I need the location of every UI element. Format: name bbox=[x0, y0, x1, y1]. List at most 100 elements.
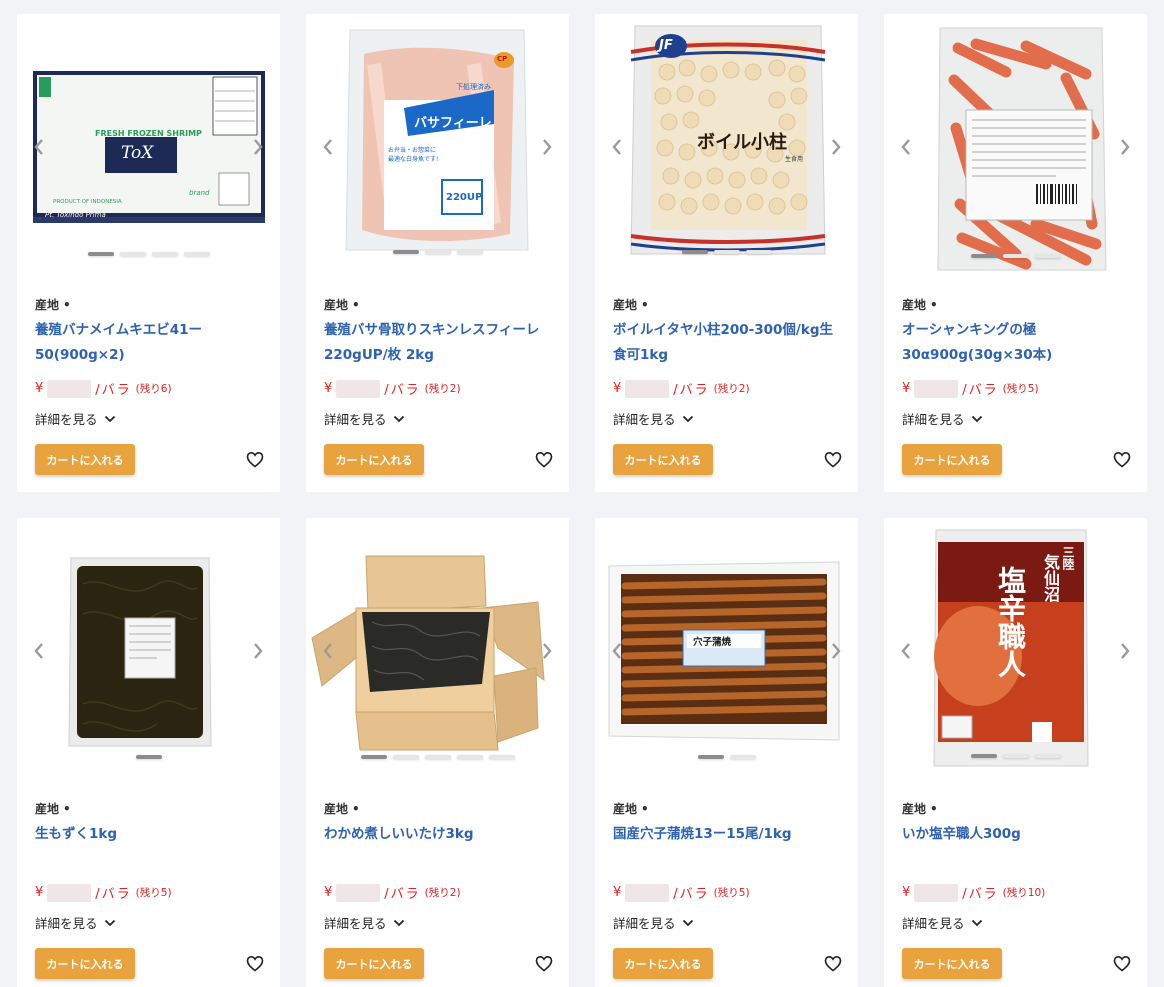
carousel-prev-arrow[interactable] bbox=[30, 639, 48, 663]
chevron-left-icon bbox=[34, 139, 43, 155]
carousel-dot[interactable] bbox=[456, 755, 483, 759]
carousel-next-arrow[interactable] bbox=[249, 135, 267, 159]
favorite-button[interactable] bbox=[824, 955, 842, 972]
details-toggle[interactable]: 詳細を見る bbox=[902, 913, 983, 932]
currency-symbol: ¥ bbox=[324, 885, 333, 900]
carousel-dot[interactable] bbox=[1034, 254, 1061, 258]
carousel-next-arrow[interactable] bbox=[827, 135, 845, 159]
carousel-prev-arrow[interactable] bbox=[897, 135, 915, 159]
details-toggle[interactable]: 詳細を見る bbox=[324, 409, 405, 428]
favorite-button[interactable] bbox=[1113, 955, 1131, 972]
details-toggle[interactable]: 詳細を見る bbox=[35, 913, 116, 932]
carousel-dot[interactable] bbox=[729, 755, 756, 759]
carousel-dot[interactable] bbox=[392, 755, 419, 759]
favorite-button[interactable] bbox=[246, 451, 264, 468]
product-image-carousel[interactable]: JF ボイル小柱 生食用 bbox=[595, 14, 858, 276]
add-to-cart-button[interactable]: カートに入れる bbox=[613, 444, 713, 475]
price-row: ¥ /バラ (残り5) bbox=[35, 883, 172, 902]
favorite-button[interactable] bbox=[1113, 451, 1131, 468]
product-image-carousel[interactable]: CP 下処理済み バサフィーレ お弁当・お惣菜に最適な白身魚です! 220UP bbox=[306, 14, 569, 276]
details-toggle[interactable]: 詳細を見る bbox=[324, 913, 405, 932]
favorite-button[interactable] bbox=[535, 451, 553, 468]
product-title-link[interactable]: 養殖バナメイムキエビ41ー50(900g×2) bbox=[35, 318, 267, 368]
favorite-button[interactable] bbox=[824, 451, 842, 468]
carousel-dot[interactable] bbox=[1002, 254, 1029, 258]
heart-outline-icon bbox=[535, 955, 553, 972]
carousel-dot[interactable] bbox=[360, 755, 387, 759]
product-image-carousel[interactable]: 穴子蒲焼 bbox=[595, 518, 858, 780]
carousel-prev-arrow[interactable] bbox=[608, 135, 626, 159]
carousel-dot[interactable] bbox=[119, 252, 146, 256]
product-title-link[interactable]: 国産穴子蒲焼13ー15尾/1kg bbox=[613, 822, 845, 847]
details-toggle[interactable]: 詳細を見る bbox=[613, 409, 694, 428]
price-row: ¥ /バラ (残り2) bbox=[613, 379, 750, 398]
package-text: 生食用 bbox=[785, 156, 804, 163]
price-unit: /バラ bbox=[962, 887, 999, 902]
product-image-carousel[interactable] bbox=[884, 14, 1147, 276]
package-text: Pt. Toxindo Prima bbox=[45, 211, 106, 219]
details-toggle[interactable]: 詳細を見る bbox=[35, 409, 116, 428]
product-title-link[interactable]: ボイルイタヤ小柱200-300個/kg生食可1kg bbox=[613, 318, 845, 368]
carousel-dots bbox=[595, 755, 858, 759]
package-text: FRESH FROZEN SHRIMP bbox=[95, 129, 202, 138]
price-row: ¥ /バラ (残り5) bbox=[613, 883, 750, 902]
carousel-next-arrow[interactable] bbox=[1116, 135, 1134, 159]
product-title-link[interactable]: いか塩辛職人300g bbox=[902, 822, 1134, 847]
origin-label: 産地 • bbox=[35, 800, 71, 817]
carousel-prev-arrow[interactable] bbox=[319, 135, 337, 159]
add-to-cart-button[interactable]: カートに入れる bbox=[613, 948, 713, 979]
carousel-dot[interactable] bbox=[1034, 754, 1061, 758]
product-image-carousel[interactable] bbox=[17, 518, 280, 780]
carousel-dot[interactable] bbox=[456, 250, 483, 254]
carousel-next-arrow[interactable] bbox=[538, 135, 556, 159]
product-title-link[interactable]: 養殖バサ骨取りスキンレスフィーレ220gUP/枚 2kg bbox=[324, 318, 556, 368]
product-image-carousel[interactable]: FRESH FROZEN SHRIMP ToX brand PRODUCT OF… bbox=[17, 14, 280, 276]
product-photo: JF ボイル小柱 生食用 bbox=[627, 22, 829, 260]
heart-outline-icon bbox=[824, 955, 842, 972]
product-title-link[interactable]: オーシャンキングの極30α900g(30g×30本) bbox=[902, 318, 1134, 368]
carousel-prev-arrow[interactable] bbox=[319, 639, 337, 663]
add-to-cart-button[interactable]: カートに入れる bbox=[324, 444, 424, 475]
carousel-dot[interactable] bbox=[183, 252, 210, 256]
add-to-cart-button[interactable]: カートに入れる bbox=[324, 948, 424, 979]
carousel-dot[interactable] bbox=[87, 252, 114, 256]
carousel-next-arrow[interactable] bbox=[249, 639, 267, 663]
favorite-button[interactable] bbox=[535, 955, 553, 972]
add-to-cart-button[interactable]: カートに入れる bbox=[35, 948, 135, 979]
favorite-button[interactable] bbox=[246, 955, 264, 972]
package-text: お弁当・お惣菜に最適な白身魚です! bbox=[388, 147, 439, 163]
carousel-dot[interactable] bbox=[745, 250, 772, 254]
add-to-cart-button[interactable]: カートに入れる bbox=[35, 444, 135, 475]
carousel-next-arrow[interactable] bbox=[1116, 639, 1134, 663]
add-to-cart-button[interactable]: カートに入れる bbox=[902, 948, 1002, 979]
carousel-dot[interactable] bbox=[392, 250, 419, 254]
carousel-next-arrow[interactable] bbox=[827, 639, 845, 663]
carousel-dot[interactable] bbox=[424, 250, 451, 254]
carousel-dot[interactable] bbox=[713, 250, 740, 254]
carousel-prev-arrow[interactable] bbox=[30, 135, 48, 159]
carousel-prev-arrow[interactable] bbox=[897, 639, 915, 663]
product-title-link[interactable]: 生もずく1kg bbox=[35, 822, 267, 847]
details-toggle[interactable]: 詳細を見る bbox=[902, 409, 983, 428]
currency-symbol: ¥ bbox=[35, 885, 44, 900]
carousel-dot[interactable] bbox=[151, 252, 178, 256]
carousel-next-arrow[interactable] bbox=[538, 639, 556, 663]
stock-remaining: (残り6) bbox=[135, 383, 172, 395]
origin-value: • bbox=[930, 802, 938, 816]
chevron-down-icon bbox=[104, 919, 115, 926]
product-title-link[interactable]: わかめ煮しいいたけ3kg bbox=[324, 822, 556, 847]
carousel-dot[interactable] bbox=[970, 754, 997, 758]
add-to-cart-button[interactable]: カートに入れる bbox=[902, 444, 1002, 475]
product-image-carousel[interactable] bbox=[306, 518, 569, 780]
carousel-dot[interactable] bbox=[424, 755, 451, 759]
carousel-dot[interactable] bbox=[697, 755, 724, 759]
carousel-dot[interactable] bbox=[488, 755, 515, 759]
carousel-prev-arrow[interactable] bbox=[608, 639, 626, 663]
carousel-dot[interactable] bbox=[970, 254, 997, 258]
carousel-dot[interactable] bbox=[135, 755, 162, 759]
carousel-dot[interactable] bbox=[1002, 754, 1029, 758]
product-image-carousel[interactable]: 三陸 気仙沼 塩辛職人 bbox=[884, 518, 1147, 780]
carousel-dot[interactable] bbox=[681, 250, 708, 254]
product-grid: FRESH FROZEN SHRIMP ToX brand PRODUCT OF… bbox=[17, 14, 1147, 987]
details-toggle[interactable]: 詳細を見る bbox=[613, 913, 694, 932]
